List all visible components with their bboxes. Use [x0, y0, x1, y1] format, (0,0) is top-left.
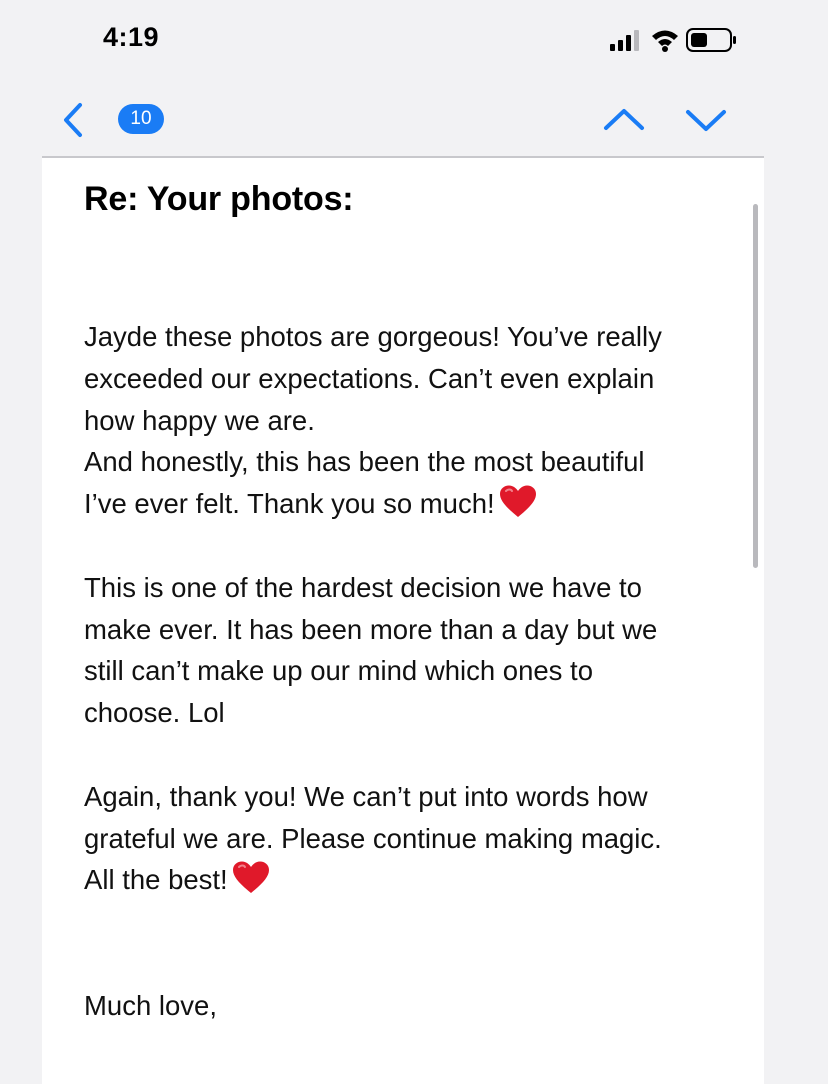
battery-icon	[686, 28, 736, 52]
mail-app-screen: 4:19 10 Re: Your photos: Jayde these pho…	[0, 0, 828, 1084]
chevron-down-icon	[686, 110, 726, 131]
unread-count-badge: 10	[118, 104, 164, 134]
body-line: exceeded our expectations. Can’t even ex…	[84, 362, 655, 394]
back-to-inbox-button[interactable]: 10	[60, 100, 168, 140]
wifi-icon	[652, 30, 678, 52]
body-line: Again, thank you! We can’t put into word…	[84, 780, 648, 812]
chevron-left-icon	[64, 103, 82, 137]
status-icons	[606, 24, 736, 58]
message-subject: Re: Your photos:	[84, 180, 354, 218]
body-line: And honestly, this has been the most bea…	[84, 446, 645, 478]
body-line: how happy we are.	[84, 404, 315, 436]
body-line: choose. Lol	[84, 697, 225, 729]
status-bar: 4:19	[0, 0, 828, 80]
body-line: Jayde these photos are gorgeous! You’ve …	[84, 321, 662, 352]
red-heart-icon	[499, 485, 536, 518]
mail-nav-bar: 10	[42, 88, 764, 156]
body-line-text: All the best!	[84, 864, 228, 896]
closing-line: Much love,	[84, 989, 217, 1021]
next-message-button[interactable]	[682, 104, 730, 136]
red-heart-icon	[232, 861, 269, 894]
body-line: grateful we are. Please continue making …	[84, 822, 662, 854]
message-body: Jayde these photos are gorgeous! You’ve …	[84, 316, 734, 1027]
status-time: 4:19	[103, 22, 160, 52]
body-line-text: I’ve ever felt. Thank you so much!	[84, 488, 495, 520]
message-content[interactable]: Re: Your photos: Jayde these photos are …	[42, 158, 764, 1084]
body-line: This is one of the hardest decision we h…	[84, 571, 642, 603]
body-line: still can’t make up our mind which ones …	[84, 655, 593, 687]
body-line-with-heart: I’ve ever felt. Thank you so much!	[84, 483, 734, 525]
body-line: make ever. It has been more than a day b…	[84, 613, 658, 645]
previous-message-button[interactable]	[600, 104, 648, 136]
chevron-up-icon	[604, 109, 644, 130]
vertical-scrollbar[interactable]	[753, 204, 758, 568]
body-line-with-heart: All the best!	[84, 859, 734, 901]
cellular-signal-icon	[610, 30, 639, 51]
